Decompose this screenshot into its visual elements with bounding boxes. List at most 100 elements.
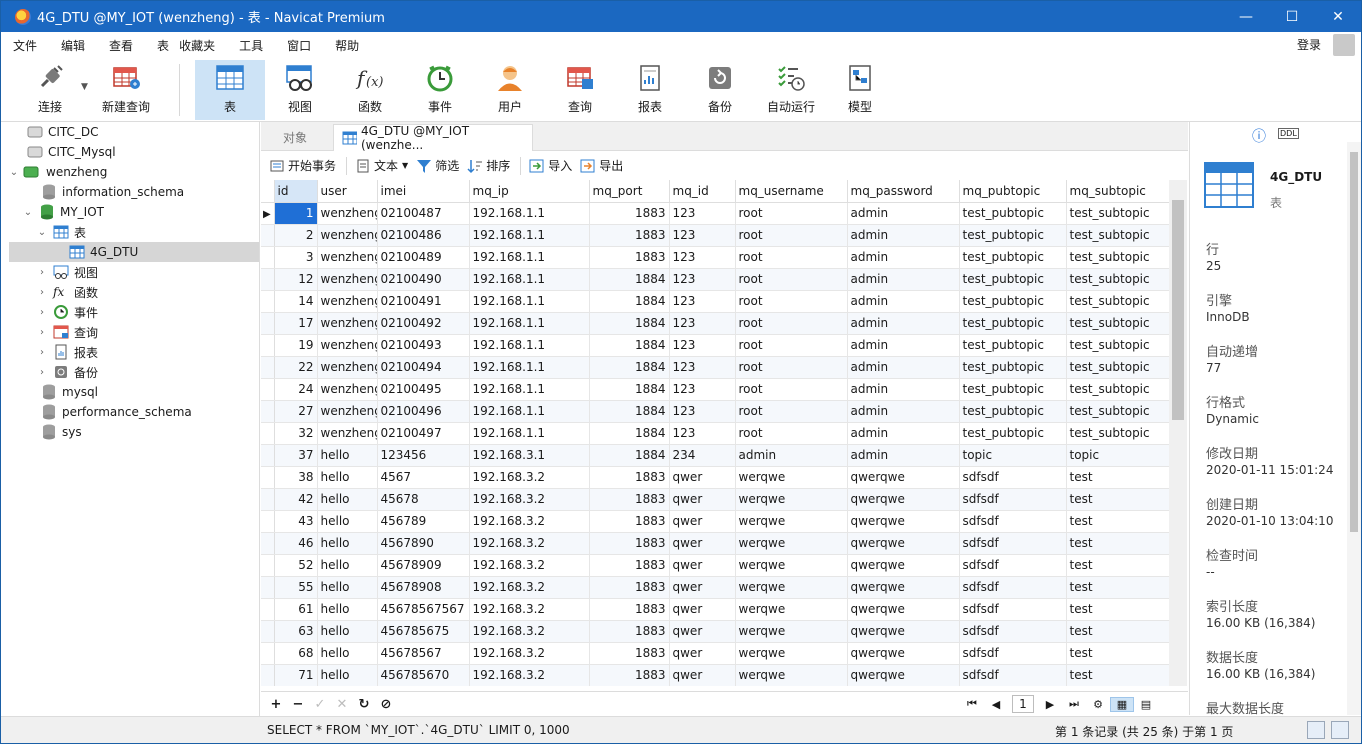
table-cell[interactable]: werqwe [735,532,848,555]
table-cell[interactable]: root [735,202,848,225]
menu-help[interactable]: 帮助 [323,37,371,54]
table-cell[interactable]: 71 [274,664,318,686]
table-cell[interactable]: 32 [274,422,318,445]
table-row[interactable]: 61 hello 45678567567 192.168.3.2 1883 qwer wer… [261,598,1169,621]
table-cell[interactable]: werqwe [735,642,848,665]
row-indicator[interactable] [261,400,275,423]
table-cell[interactable]: wenzheng [317,312,378,335]
maximize-button[interactable]: ☐ [1269,1,1315,32]
table-cell[interactable]: 45678909 [377,554,470,577]
grid-view-icon[interactable]: ▦ [1110,696,1134,712]
table-cell[interactable]: 192.168.1.1 [469,334,590,357]
row-indicator[interactable] [261,422,275,445]
table-cell[interactable]: 1883 [589,202,670,225]
export-button[interactable]: 导出 [580,155,623,177]
menu-tools[interactable]: 工具 [227,37,275,54]
table-cell[interactable]: werqwe [735,510,848,533]
table-cell[interactable]: 123 [669,290,736,313]
table-cell[interactable]: admin [847,378,960,401]
table-cell[interactable]: 17 [274,312,318,335]
table-cell[interactable]: 123456 [377,444,470,467]
table-cell[interactable]: wenzheng [317,246,378,269]
tab-4g-dtu[interactable]: 4G_DTU @MY_IOT (wenzhe... [333,124,533,152]
table-cell[interactable]: 46 [274,532,318,555]
table-cell[interactable]: test [1066,642,1169,665]
table-cell[interactable]: test [1066,620,1169,643]
table-cell[interactable]: 68 [274,642,318,665]
table-cell[interactable]: admin [847,422,960,445]
column-header-mq-ip[interactable]: mq_ip [469,180,590,203]
table-cell[interactable]: test_pubtopic [959,224,1067,247]
table-cell[interactable]: 1883 [589,510,670,533]
table-cell[interactable]: 1884 [589,290,670,313]
table-cell[interactable]: 192.168.1.1 [469,268,590,291]
table-cell[interactable]: test_pubtopic [959,422,1067,445]
tree-item-mysql[interactable]: mysql [41,382,98,402]
table-cell[interactable]: test [1066,510,1169,533]
row-indicator[interactable] [261,642,275,665]
table-cell[interactable]: 02100496 [377,400,470,423]
table-cell[interactable]: qwer [669,488,736,511]
table-cell[interactable]: qwerqwe [847,576,960,599]
filter-button[interactable]: 筛选 [416,155,459,177]
close-button[interactable]: ✕ [1315,1,1361,32]
row-indicator[interactable] [261,356,275,379]
begin-transaction-button[interactable]: 开始事务 [269,155,336,177]
table-cell[interactable]: 192.168.3.2 [469,488,590,511]
new-query-button[interactable]: 新建查询 [91,60,161,120]
table-cell[interactable]: qwer [669,576,736,599]
table-row[interactable]: 19 wenzheng 02100493 192.168.1.1 1884 123 root… [261,334,1169,357]
table-row[interactable]: 22 wenzheng 02100494 192.168.1.1 1884 123 root… [261,356,1169,379]
tree-item-backups[interactable]: › 备份 [37,362,98,382]
table-cell[interactable]: qwer [669,466,736,489]
table-cell[interactable]: 192.168.3.2 [469,620,590,643]
function-button[interactable]: f (x) 函数 [335,60,405,120]
tree-item-functions[interactable]: › fx 函数 [37,282,98,302]
table-cell[interactable]: test_pubtopic [959,378,1067,401]
first-page-icon[interactable]: ⏮ [960,697,984,711]
chevron-down-icon[interactable]: ⌄ [37,227,47,238]
table-cell[interactable]: wenzheng [317,290,378,313]
table-cell[interactable]: 43 [274,510,318,533]
table-cell[interactable]: 1884 [589,334,670,357]
table-cell[interactable]: 1884 [589,268,670,291]
table-row[interactable]: 24 wenzheng 02100495 192.168.1.1 1884 123 root… [261,378,1169,401]
scrollbar-thumb[interactable] [1350,152,1358,532]
table-cell[interactable]: wenzheng [317,378,378,401]
table-row[interactable]: 42 hello 45678 192.168.3.2 1883 qwer werqwe qwe… [261,488,1169,511]
table-cell[interactable]: 22 [274,356,318,379]
table-cell[interactable]: hello [317,576,378,599]
tree-item-reports[interactable]: › 报表 [37,342,98,362]
tree-item-views[interactable]: › 视图 [37,262,98,282]
table-cell[interactable]: qwerqwe [847,620,960,643]
table-cell[interactable]: 192.168.3.2 [469,466,590,489]
table-cell[interactable]: qwerqwe [847,488,960,511]
row-indicator[interactable] [261,554,275,577]
table-cell[interactable]: 45678567567 [377,598,470,621]
chevron-right-icon[interactable]: › [37,367,47,378]
info-icon[interactable]: ⓘ [1252,126,1266,146]
table-cell[interactable]: 1883 [589,224,670,247]
table-cell[interactable]: test_pubtopic [959,202,1067,225]
table-cell[interactable]: root [735,290,848,313]
table-cell[interactable]: werqwe [735,576,848,599]
table-row[interactable]: ▶ 1 wenzheng 02100487 192.168.1.1 1883 123 root… [261,202,1169,225]
event-button[interactable]: 事件 [405,60,475,120]
row-indicator[interactable] [261,224,275,247]
table-cell[interactable]: qwerqwe [847,510,960,533]
table-cell[interactable]: 1 [274,202,318,225]
menu-edit[interactable]: 编辑 [49,37,97,54]
table-cell[interactable]: qwerqwe [847,532,960,555]
report-button[interactable]: 报表 [615,60,685,120]
chevron-right-icon[interactable]: › [37,347,47,358]
autorun-button[interactable]: 自动运行 [755,60,827,120]
table-cell[interactable]: hello [317,620,378,643]
table-cell[interactable]: 1883 [589,532,670,555]
table-row[interactable]: 63 hello 456785675 192.168.3.2 1883 qwer werqw… [261,620,1169,643]
table-row[interactable]: 46 hello 4567890 192.168.3.2 1883 qwer werqwe q… [261,532,1169,555]
row-indicator[interactable] [261,312,275,335]
row-indicator[interactable] [261,532,275,555]
discard-changes-icon[interactable]: ✕ [331,697,353,712]
table-cell[interactable]: 24 [274,378,318,401]
table-row[interactable]: 3 wenzheng 02100489 192.168.1.1 1883 123 root a… [261,246,1169,269]
